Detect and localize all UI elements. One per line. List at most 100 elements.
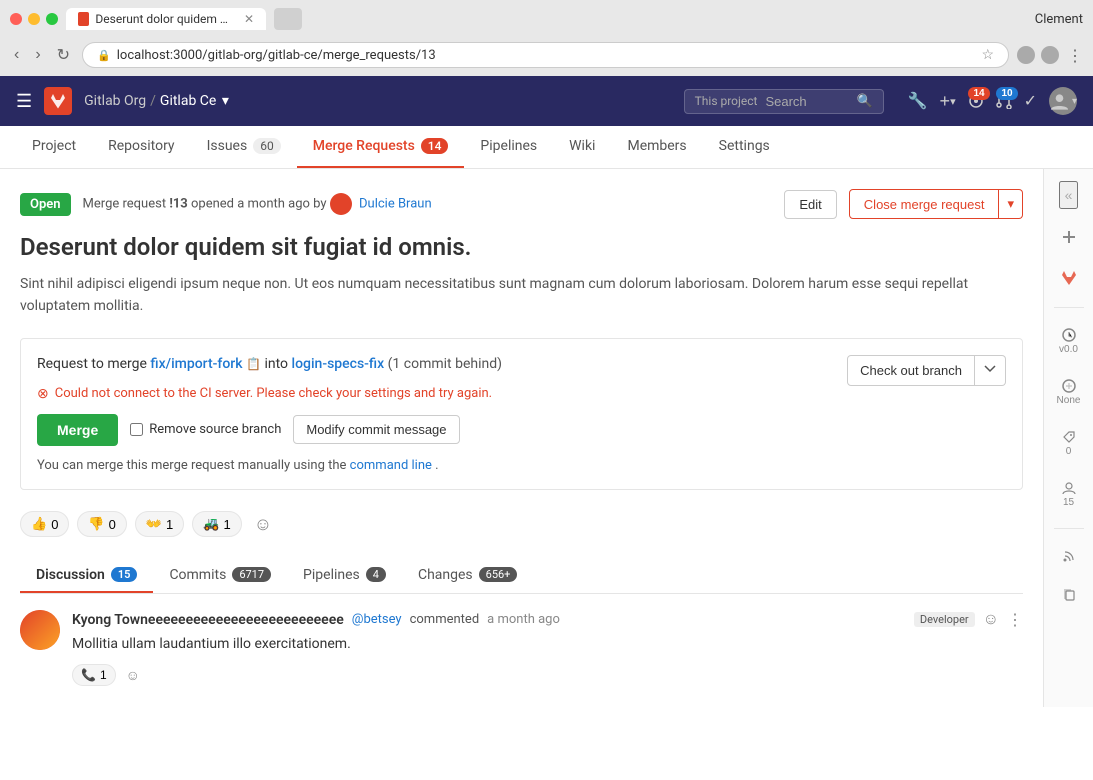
breadcrumb-org[interactable]: Gitlab Org	[84, 93, 146, 109]
remove-source-branch-checkbox[interactable]	[130, 423, 143, 436]
sidebar-copy-btn[interactable]	[1058, 583, 1080, 605]
plus-icon-btn[interactable]: +▾	[940, 91, 956, 112]
mr-title: Deserunt dolor quidem sit fugiat id omni…	[20, 233, 1023, 261]
hamburger-menu-btn[interactable]: ☰	[16, 91, 32, 112]
remove-source-branch-checkbox-label[interactable]: Remove source branch	[130, 422, 281, 437]
ci-error-message: ⊗ Could not connect to the CI server. Pl…	[37, 386, 1006, 402]
sidebar-labels-btn[interactable]: 0	[1058, 426, 1080, 461]
copy-branch-icon[interactable]: 📋	[246, 357, 261, 371]
emoji-thumbsdown-btn[interactable]: 👎 0	[77, 511, 126, 537]
breadcrumb-project[interactable]: Gitlab Ce ▾	[160, 93, 229, 109]
close-mr-group: Close merge request ▾	[849, 189, 1023, 219]
emoji-clap-btn[interactable]: 👐 1	[135, 511, 184, 537]
tab-wiki[interactable]: Wiki	[553, 126, 611, 168]
merge-box: Request to merge fix/import-fork 📋 into …	[20, 338, 1023, 490]
search-bar[interactable]: This project 🔍	[684, 89, 884, 114]
emoji-thumbsup-btn[interactable]: 👍 0	[20, 511, 69, 537]
comment-reaction-phone-btn[interactable]: 📞 1	[72, 664, 116, 686]
phone-emoji: 📞	[81, 668, 96, 682]
tab-repository[interactable]: Repository	[92, 126, 190, 168]
commits-count: 6717	[232, 567, 271, 582]
issues-icon-btn[interactable]: 14	[968, 93, 984, 109]
mr-badge: 10	[996, 87, 1017, 100]
changes-count: 656+	[479, 567, 518, 582]
tab-settings[interactable]: Settings	[703, 126, 786, 168]
sidebar-assignees-btn[interactable]: 15	[1058, 477, 1080, 512]
merge-info-row: Request to merge fix/import-fork 📋 into …	[37, 355, 1006, 386]
tab-issues[interactable]: Issues 60	[191, 126, 297, 168]
refresh-button[interactable]: ↻	[53, 43, 74, 67]
address-bar-row: ‹ › ↻ 🔒 localhost:3000/gitlab-org/gitlab…	[0, 38, 1093, 76]
user-avatar[interactable]: ▾	[1049, 87, 1077, 115]
sidebar-milestone-btn[interactable]: None	[1053, 375, 1085, 410]
browser-tab[interactable]: Deserunt dolor quidem sit fug... ✕	[66, 8, 266, 30]
checkout-group: Check out branch	[847, 355, 1006, 386]
mr-header-row: Open Merge request !13 opened a month ag…	[20, 189, 1023, 219]
disc-tab-pipelines[interactable]: Pipelines 4	[287, 559, 402, 593]
tab-merge-requests[interactable]: Merge Requests 14	[297, 126, 465, 168]
clap-count: 1	[166, 517, 173, 532]
comment-reactions: 📞 1 ☺	[72, 663, 1023, 687]
ext-icon-2[interactable]	[1041, 46, 1059, 64]
disc-tab-changes[interactable]: Changes 656+	[402, 559, 533, 593]
author-avatar	[330, 193, 352, 215]
lock-icon: 🔒	[97, 49, 111, 62]
window-controls[interactable]	[10, 13, 58, 25]
comment-emoji-btn[interactable]: ☺	[983, 611, 999, 629]
tab-close-btn[interactable]: ✕	[244, 12, 254, 26]
source-branch-link[interactable]: fix/import-fork	[150, 356, 242, 372]
comment-author-name: Kyong Towneeeeeeeeeeeeeeeeeeeeeeeeee	[72, 612, 344, 628]
merge-button[interactable]: Merge	[37, 414, 118, 446]
tab-pipelines[interactable]: Pipelines	[464, 126, 553, 168]
comment-author-handle[interactable]: @betsey	[352, 612, 402, 627]
new-tab-btn[interactable]	[274, 8, 302, 30]
back-button[interactable]: ‹	[10, 44, 23, 66]
comment-section: Kyong Towneeeeeeeeeeeeeeeeeeeeeeeeee @be…	[20, 610, 1023, 687]
forward-button[interactable]: ›	[31, 44, 44, 66]
emoji-tractor-btn[interactable]: 🚜 1	[192, 511, 241, 537]
merge-action-row: Merge Remove source branch Modify commit…	[37, 414, 1006, 446]
gitlab-logo[interactable]	[44, 87, 72, 115]
tab-favicon	[78, 12, 89, 26]
disc-tab-discussion[interactable]: Discussion 15	[20, 559, 153, 593]
tab-members[interactable]: Members	[611, 126, 702, 168]
mr-description: Sint nihil adipisci eligendi ipsum neque…	[20, 273, 1023, 318]
behind-text: (1 commit behind)	[388, 356, 502, 372]
command-line-link[interactable]: command line	[350, 458, 432, 473]
sidebar-gitlab-icon-btn[interactable]	[1056, 265, 1082, 291]
comment-avatar-image	[20, 610, 60, 650]
comment-more-btn[interactable]: ⋮	[1007, 610, 1023, 630]
comment-time: a month ago	[487, 612, 560, 627]
close-window-btn[interactable]	[10, 13, 22, 25]
close-mr-dropdown-btn[interactable]: ▾	[999, 189, 1023, 219]
sidebar-collapse-btn[interactable]: «	[1059, 181, 1079, 209]
modify-commit-button[interactable]: Modify commit message	[293, 415, 459, 444]
mr-author-link[interactable]: Dulcie Braun	[359, 196, 432, 211]
checkout-branch-button[interactable]: Check out branch	[847, 355, 975, 386]
merge-requests-icon-btn[interactable]: 10	[996, 93, 1012, 109]
browser-menu-btn[interactable]: ⋮	[1067, 46, 1083, 65]
close-mr-button[interactable]: Close merge request	[849, 189, 1000, 219]
merge-info: Request to merge fix/import-fork 📋 into …	[37, 356, 502, 372]
sidebar-rss-btn[interactable]	[1058, 545, 1080, 567]
bookmark-icon[interactable]: ☆	[981, 47, 994, 63]
minimize-window-btn[interactable]	[28, 13, 40, 25]
ext-icon-1[interactable]	[1017, 46, 1035, 64]
comment-add-emoji-btn[interactable]: ☺	[122, 663, 144, 687]
checkout-dropdown-btn[interactable]	[975, 355, 1006, 386]
address-bar[interactable]: 🔒 localhost:3000/gitlab-org/gitlab-ce/me…	[82, 42, 1009, 68]
search-input[interactable]	[765, 94, 845, 109]
sidebar-add-btn[interactable]	[1057, 225, 1081, 249]
edit-button[interactable]: Edit	[784, 190, 836, 219]
wrench-icon-btn[interactable]: 🔧	[908, 91, 928, 111]
disc-tab-commits[interactable]: Commits 6717	[153, 559, 287, 593]
discussion-count: 15	[111, 567, 138, 582]
add-emoji-btn[interactable]: ☺	[250, 510, 276, 539]
checkmark-icon-btn[interactable]: ✓	[1024, 91, 1037, 111]
sidebar-time-btn[interactable]: v0.0	[1055, 324, 1082, 359]
search-project-label: This project	[695, 94, 758, 108]
content-area: Open Merge request !13 opened a month ag…	[0, 169, 1043, 707]
maximize-window-btn[interactable]	[46, 13, 58, 25]
target-branch-link[interactable]: login-specs-fix	[292, 356, 385, 372]
tab-project[interactable]: Project	[16, 126, 92, 168]
